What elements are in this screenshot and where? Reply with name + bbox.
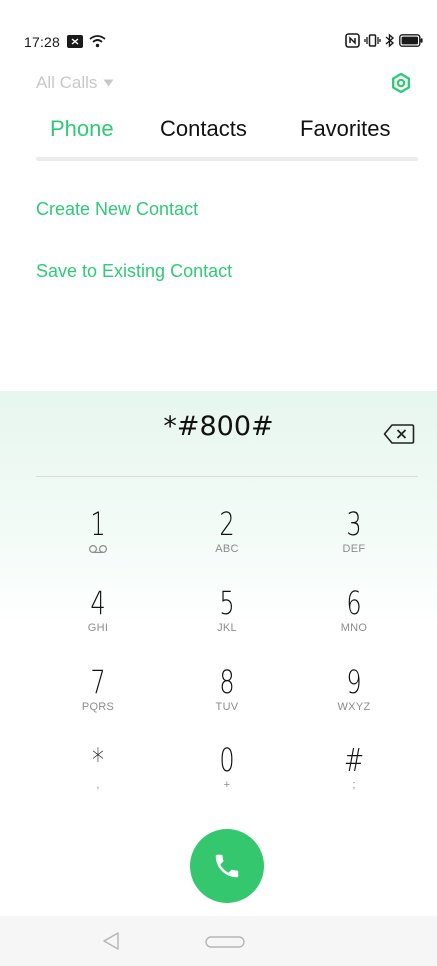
create-new-contact-link[interactable]: Create New Contact [36,199,198,220]
tab-phone[interactable]: Phone [50,116,114,142]
key-5[interactable]: 5 JKL [167,586,287,656]
key-digit: 0 [219,741,235,779]
nfc-icon [345,33,360,48]
home-icon[interactable] [205,936,245,948]
key-letters: JKL [217,622,237,634]
key-digit: 6 [346,584,362,622]
key-letters: ABC [215,543,239,555]
key-letters: GHI [87,622,109,634]
key-1[interactable]: 1 [38,507,158,577]
voicemail-icon [88,544,108,554]
vibrate-icon [364,34,381,47]
key-digit: 1 [90,505,106,543]
phone-icon [215,854,239,878]
wifi-icon [89,35,106,48]
settings-icon[interactable] [390,72,412,94]
key-letters: MNO [340,622,368,634]
key-2[interactable]: 2 ABC [167,507,287,577]
status-bar: 17:28 [0,0,437,58]
key-letters: WXYZ [337,701,371,713]
tab-favorites[interactable]: Favorites [300,116,390,142]
key-letters: ; [352,779,356,791]
message-icon [67,34,83,48]
call-button[interactable] [190,829,264,903]
call-filter-dropdown[interactable]: All Calls [36,73,114,93]
key-digit: 4 [90,584,106,622]
key-3[interactable]: 3 DEF [294,507,414,577]
battery-icon [399,34,423,47]
key-hash[interactable]: # ; [294,743,414,813]
save-to-existing-contact-link[interactable]: Save to Existing Contact [36,261,232,282]
key-digit: * [92,741,104,779]
key-digit: 9 [346,663,362,701]
key-letters: , [96,779,100,791]
key-star[interactable]: * , [38,743,158,813]
key-9[interactable]: 9 WXYZ [294,665,414,735]
call-filter-label: All Calls [36,73,98,92]
key-letters: PQRS [81,701,115,713]
bluetooth-icon [385,33,395,48]
tab-contacts[interactable]: Contacts [160,116,247,142]
key-digit: 8 [219,663,235,701]
key-digit: 7 [90,663,106,701]
key-7[interactable]: 7 PQRS [38,665,158,735]
dialer-panel: *#800# 1 2 ABC 3 DEF 4 GHI 5 JKL 6 MNO 7… [0,391,437,966]
key-letters: + [223,779,231,791]
tab-underline [36,157,418,161]
key-digit: 2 [219,505,235,543]
backspace-icon[interactable] [383,423,415,445]
back-icon[interactable] [101,931,121,951]
key-digit: 3 [346,505,362,543]
tab-bar: Phone Contacts Favorites [36,116,418,161]
key-4[interactable]: 4 GHI [38,586,158,656]
key-0[interactable]: 0 + [167,743,287,813]
dialer-divider [36,476,418,477]
caret-down-icon [103,79,114,87]
key-8[interactable]: 8 TUV [167,665,287,735]
status-time: 17:28 [24,34,61,50]
navigation-bar [0,916,437,966]
key-letters: DEF [342,543,366,555]
key-6[interactable]: 6 MNO [294,586,414,656]
key-digit: # [343,741,365,779]
dialed-number: *#800# [163,411,274,442]
key-letters: TUV [215,701,239,713]
key-digit: 5 [219,584,235,622]
